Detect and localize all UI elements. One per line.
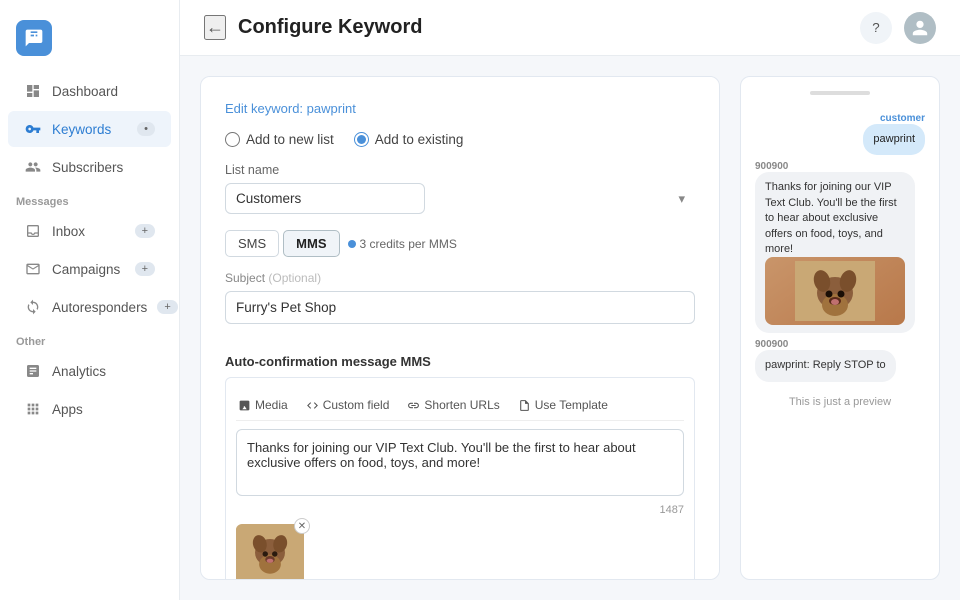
shorten-urls-button-mms[interactable]: Shorten URLs xyxy=(405,396,501,414)
mms-message-textarea[interactable]: Thanks for joining our VIP Text Club. Yo… xyxy=(236,429,684,496)
customer-label: customer xyxy=(880,113,925,124)
list-name-select[interactable]: Customers Subscribers New List xyxy=(225,183,425,214)
sidebar-item-label: Autoresponders xyxy=(52,300,147,315)
app-logo xyxy=(16,20,52,56)
customer-bubble-group: customer pawprint xyxy=(755,113,925,155)
campaigns-badge: + xyxy=(135,262,155,276)
dog-image xyxy=(765,257,905,325)
mms-image-preview xyxy=(236,524,304,580)
list-name-select-wrap: Customers Subscribers New List xyxy=(225,183,695,214)
inbox-icon xyxy=(24,222,42,240)
system-number-2: 900900 xyxy=(755,339,788,350)
mms-toolbar: Media Custom field Shorten URLs Use Temp… xyxy=(236,388,684,421)
inbox-badge: + xyxy=(135,224,155,238)
main-content: ← Configure Keyword ? Edit keyword: pawp… xyxy=(180,0,960,600)
back-button[interactable]: ← xyxy=(204,15,226,40)
keyword-value: pawprint xyxy=(307,101,356,116)
user-avatar[interactable] xyxy=(904,12,936,44)
subscribers-icon xyxy=(24,158,42,176)
system-bubble-2: pawprint: Reply STOP to xyxy=(755,350,896,381)
radio-new-list[interactable]: Add to new list xyxy=(225,132,334,147)
apps-icon xyxy=(24,400,42,418)
radio-new-list-input[interactable] xyxy=(225,132,240,147)
sidebar: Dashboard Keywords • Subscribers Message… xyxy=(0,0,180,600)
autoresponders-badge: + xyxy=(157,300,177,314)
tab-mms[interactable]: MMS xyxy=(283,230,339,257)
custom-field-button-mms[interactable]: Custom field xyxy=(304,396,392,414)
content-area: Edit keyword: pawprint Add to new list A… xyxy=(180,56,960,600)
image-preview-wrap: ✕ xyxy=(236,524,304,580)
sidebar-item-inbox[interactable]: Inbox + xyxy=(8,213,171,249)
system-bubble-group-2: 900900 pawprint: Reply STOP to xyxy=(755,339,925,381)
messages-section-label: Messages xyxy=(0,186,179,212)
sidebar-item-analytics[interactable]: Analytics xyxy=(8,353,171,389)
preview-panel: customer pawprint 900900 Thanks for join… xyxy=(740,76,940,580)
radio-existing-input[interactable] xyxy=(354,132,369,147)
other-section-label: Other xyxy=(0,326,179,352)
chat-bubbles: customer pawprint 900900 Thanks for join… xyxy=(755,113,925,382)
key-icon xyxy=(24,120,42,138)
sidebar-item-autoresponders[interactable]: Autoresponders + xyxy=(8,289,171,325)
keywords-badge: • xyxy=(137,122,155,136)
sidebar-item-label: Subscribers xyxy=(52,160,123,175)
media-button-mms[interactable]: Media xyxy=(236,396,290,414)
sidebar-item-label: Keywords xyxy=(52,122,111,137)
credits-dot xyxy=(348,240,356,248)
system-number-1: 900900 xyxy=(755,161,788,172)
list-name-label: List name xyxy=(225,163,695,177)
edit-keyword-bar: Edit keyword: pawprint xyxy=(225,101,695,116)
tab-sms[interactable]: SMS xyxy=(225,230,279,257)
subject-input[interactable] xyxy=(225,291,695,324)
autoresponders-icon xyxy=(24,298,42,316)
mms-message-box: Media Custom field Shorten URLs Use Temp… xyxy=(225,377,695,580)
credits-badge: 3 credits per MMS xyxy=(348,237,457,251)
sidebar-item-apps[interactable]: Apps xyxy=(8,391,171,427)
system-bubble-group-1: 900900 Thanks for joining our VIP Text C… xyxy=(755,161,925,333)
page-header: ← Configure Keyword ? xyxy=(180,0,960,56)
sidebar-item-label: Inbox xyxy=(52,224,85,239)
radio-group: Add to new list Add to existing xyxy=(225,132,695,147)
radio-existing[interactable]: Add to existing xyxy=(354,132,464,147)
phone-preview: customer pawprint 900900 Thanks for join… xyxy=(755,91,925,408)
help-icon: ? xyxy=(872,20,879,35)
subject-label: Subject (Optional) xyxy=(225,271,695,285)
sidebar-item-subscribers[interactable]: Subscribers xyxy=(8,149,171,185)
sidebar-item-campaigns[interactable]: Campaigns + xyxy=(8,251,171,287)
system-bubble-1: Thanks for joining our VIP Text Club. Yo… xyxy=(755,172,915,333)
sidebar-item-label: Campaigns xyxy=(52,262,120,277)
form-panel: Edit keyword: pawprint Add to new list A… xyxy=(200,76,720,580)
phone-notch xyxy=(810,91,870,95)
mms-char-count: 1487 xyxy=(236,504,684,516)
sidebar-item-label: Dashboard xyxy=(52,84,118,99)
sidebar-item-label: Apps xyxy=(52,402,83,417)
subject-optional: (Optional) xyxy=(268,271,321,285)
help-button[interactable]: ? xyxy=(860,12,892,44)
use-template-button-mms[interactable]: Use Template xyxy=(516,396,610,414)
sidebar-item-keywords[interactable]: Keywords • xyxy=(8,111,171,147)
header-actions: ? xyxy=(860,12,936,44)
page-title: Configure Keyword xyxy=(238,16,422,39)
preview-note: This is just a preview xyxy=(755,396,925,408)
sidebar-item-dashboard[interactable]: Dashboard xyxy=(8,73,171,109)
customer-bubble: pawprint xyxy=(863,124,925,155)
dashboard-icon xyxy=(24,82,42,100)
analytics-icon xyxy=(24,362,42,380)
sidebar-item-label: Analytics xyxy=(52,364,106,379)
auto-confirm-mms-title: Auto-confirmation message MMS xyxy=(225,354,695,369)
campaigns-icon xyxy=(24,260,42,278)
image-remove-button[interactable]: ✕ xyxy=(294,518,310,534)
message-type-tabs: SMS MMS 3 credits per MMS xyxy=(225,230,695,257)
